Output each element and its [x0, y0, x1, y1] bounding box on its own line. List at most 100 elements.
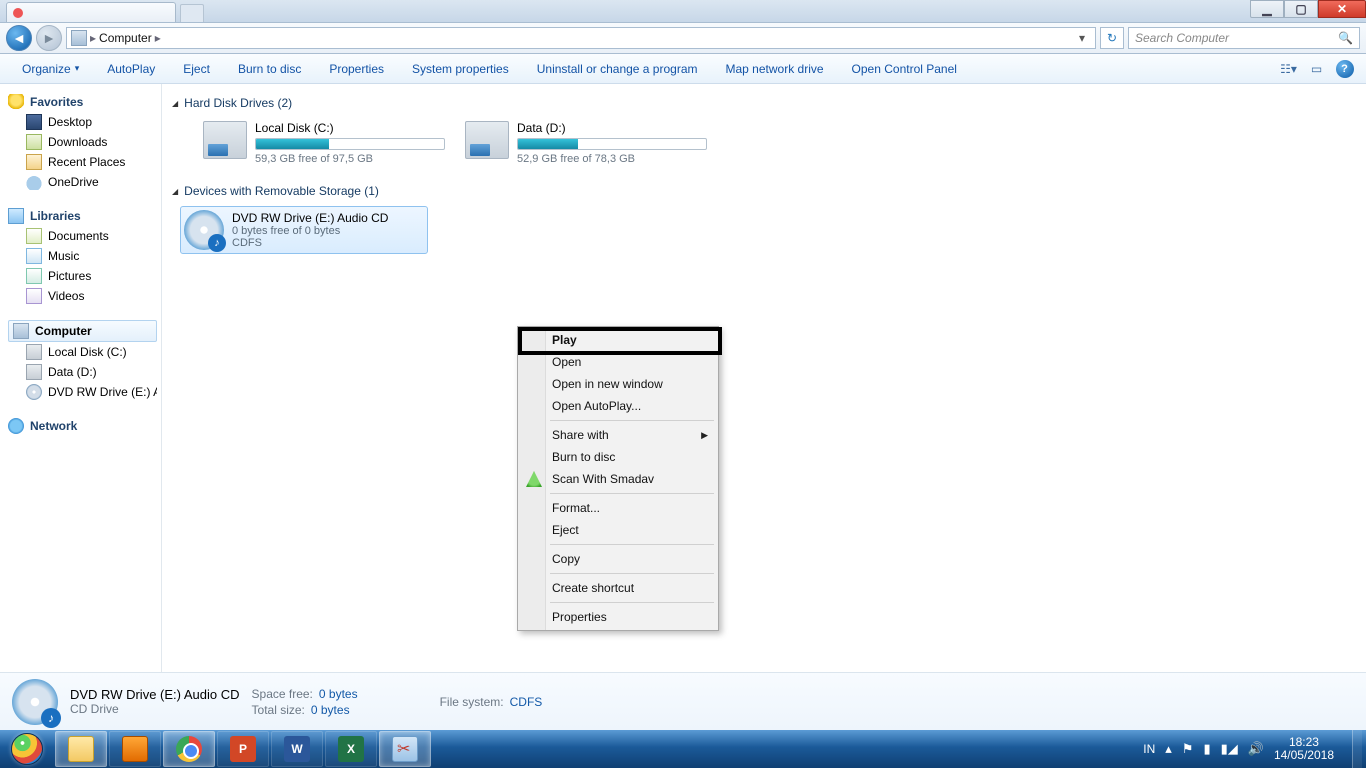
system-properties-button[interactable]: System properties: [398, 54, 523, 84]
tree-item-local-disk-c[interactable]: Local Disk (C:): [8, 342, 157, 362]
start-button[interactable]: [0, 730, 54, 768]
tray-arrow-icon[interactable]: ▴: [1165, 741, 1172, 757]
view-options-button[interactable]: ☷▾: [1274, 58, 1302, 80]
ctx-open-autoplay[interactable]: Open AutoPlay...: [520, 395, 716, 417]
ctx-open[interactable]: Open: [520, 351, 716, 373]
drive-dvd-e[interactable]: DVD RW Drive (E:) Audio CD 0 bytes free …: [180, 206, 428, 254]
ctx-open-new-window[interactable]: Open in new window: [520, 373, 716, 395]
tree-item-recent[interactable]: Recent Places: [8, 152, 157, 172]
refresh-button[interactable]: ↻: [1100, 27, 1124, 49]
details-title: DVD RW Drive (E:) Audio CD: [70, 687, 240, 702]
context-menu: Play Open Open in new window Open AutoPl…: [517, 326, 719, 631]
taskbar-word[interactable]: W: [271, 731, 323, 767]
show-desktop-button[interactable]: [1352, 730, 1362, 768]
preview-pane-button[interactable]: ▭: [1302, 58, 1330, 80]
ctx-share-with[interactable]: Share with▶: [520, 424, 716, 446]
taskbar-snipping-tool[interactable]: [379, 731, 431, 767]
properties-button[interactable]: Properties: [315, 54, 398, 84]
breadcrumb-sep-icon: ▸: [90, 31, 96, 45]
search-input[interactable]: Search Computer 🔍: [1128, 27, 1360, 49]
volume-icon[interactable]: 🔊: [1248, 741, 1264, 757]
downloads-icon: [26, 134, 42, 150]
media-player-icon: [122, 736, 148, 762]
drive-data-d[interactable]: Data (D:) 52,9 GB free of 78,3 GB: [462, 118, 710, 168]
tree-item-downloads[interactable]: Downloads: [8, 132, 157, 152]
device-free: 0 bytes free of 0 bytes: [232, 225, 424, 237]
taskbar-chrome[interactable]: [163, 731, 215, 767]
ctx-properties[interactable]: Properties: [520, 606, 716, 628]
section-removable-storage[interactable]: ◢Devices with Removable Storage (1): [172, 184, 1358, 198]
language-indicator[interactable]: IN: [1143, 742, 1155, 756]
window-minimize-button[interactable]: ▁: [1250, 0, 1284, 18]
ctx-scan-smadav[interactable]: Scan With Smadav: [520, 468, 716, 490]
star-icon: [8, 94, 24, 110]
documents-icon: [26, 228, 42, 244]
ctx-burn-to-disc[interactable]: Burn to disc: [520, 446, 716, 468]
eject-button[interactable]: Eject: [169, 54, 224, 84]
tree-item-desktop[interactable]: Desktop: [8, 112, 157, 132]
ctx-separator: [550, 573, 714, 574]
cd-icon: [26, 384, 42, 400]
new-tab-button[interactable]: [180, 4, 204, 22]
taskbar-excel[interactable]: X: [325, 731, 377, 767]
tree-item-computer[interactable]: Computer: [8, 320, 157, 342]
device-name: DVD RW Drive (E:) Audio CD: [232, 211, 424, 225]
help-button[interactable]: ?: [1330, 58, 1358, 80]
ctx-format[interactable]: Format...: [520, 497, 716, 519]
tree-item-documents[interactable]: Documents: [8, 226, 157, 246]
tree-item-music[interactable]: Music: [8, 246, 157, 266]
map-network-drive-button[interactable]: Map network drive: [712, 54, 838, 84]
battery-icon[interactable]: ▮: [1203, 741, 1210, 757]
ctx-separator: [550, 544, 714, 545]
breadcrumb-sep-icon: ▸: [155, 31, 161, 45]
details-spacefree-value: 0 bytes: [319, 687, 358, 701]
autoplay-button[interactable]: AutoPlay: [93, 54, 169, 84]
browser-tab[interactable]: [6, 2, 176, 22]
tray-clock[interactable]: 18:23 14/05/2018: [1274, 736, 1342, 762]
drive-local-c[interactable]: Local Disk (C:) 59,3 GB free of 97,5 GB: [200, 118, 448, 168]
nav-forward-button[interactable]: ►: [36, 25, 62, 51]
collapse-icon: ◢: [172, 99, 178, 108]
details-totalsize-value: 0 bytes: [311, 703, 350, 717]
address-dropdown-icon[interactable]: ▾: [1073, 31, 1091, 45]
taskbar-explorer[interactable]: [55, 731, 107, 767]
taskbar-media-player[interactable]: [109, 731, 161, 767]
tree-item-data-d[interactable]: Data (D:): [8, 362, 157, 382]
favorites-header[interactable]: Favorites: [8, 92, 157, 112]
tree-item-dvd-e[interactable]: DVD RW Drive (E:) A: [8, 382, 157, 402]
organize-button[interactable]: Organize: [8, 54, 93, 84]
window-close-button[interactable]: ✕: [1318, 0, 1366, 18]
breadcrumb-root[interactable]: Computer: [99, 31, 152, 45]
ctx-separator: [550, 420, 714, 421]
libraries-header[interactable]: Libraries: [8, 206, 157, 226]
details-fs-value: CDFS: [510, 695, 543, 709]
chrome-icon: [176, 736, 202, 762]
details-pane: DVD RW Drive (E:) Audio CD CD Drive Spac…: [0, 672, 1366, 730]
tree-item-pictures[interactable]: Pictures: [8, 266, 157, 286]
burn-button[interactable]: Burn to disc: [224, 54, 315, 84]
action-center-icon[interactable]: ⚑: [1182, 741, 1194, 757]
ctx-create-shortcut[interactable]: Create shortcut: [520, 577, 716, 599]
taskbar-powerpoint[interactable]: P: [217, 731, 269, 767]
desktop-icon: [26, 114, 42, 130]
section-hard-disk-drives[interactable]: ◢Hard Disk Drives (2): [172, 96, 1358, 110]
pictures-icon: [26, 268, 42, 284]
ctx-separator: [550, 493, 714, 494]
navigation-tree: Favorites Desktop Downloads Recent Place…: [0, 84, 162, 672]
ctx-copy[interactable]: Copy: [520, 548, 716, 570]
address-bar[interactable]: ▸ Computer ▸ ▾: [66, 27, 1096, 49]
open-control-panel-button[interactable]: Open Control Panel: [838, 54, 971, 84]
ctx-eject[interactable]: Eject: [520, 519, 716, 541]
wifi-icon[interactable]: ▮◢: [1221, 741, 1238, 757]
ctx-play[interactable]: Play: [520, 329, 716, 351]
smadav-icon: [526, 471, 542, 487]
nav-back-button[interactable]: ◄: [6, 25, 32, 51]
videos-icon: [26, 288, 42, 304]
ctx-separator: [550, 602, 714, 603]
tree-item-network[interactable]: Network: [8, 416, 157, 436]
uninstall-button[interactable]: Uninstall or change a program: [523, 54, 712, 84]
search-placeholder: Search Computer: [1135, 31, 1229, 45]
tree-item-onedrive[interactable]: OneDrive: [8, 172, 157, 192]
window-maximize-button[interactable]: ▢: [1284, 0, 1318, 18]
tree-item-videos[interactable]: Videos: [8, 286, 157, 306]
